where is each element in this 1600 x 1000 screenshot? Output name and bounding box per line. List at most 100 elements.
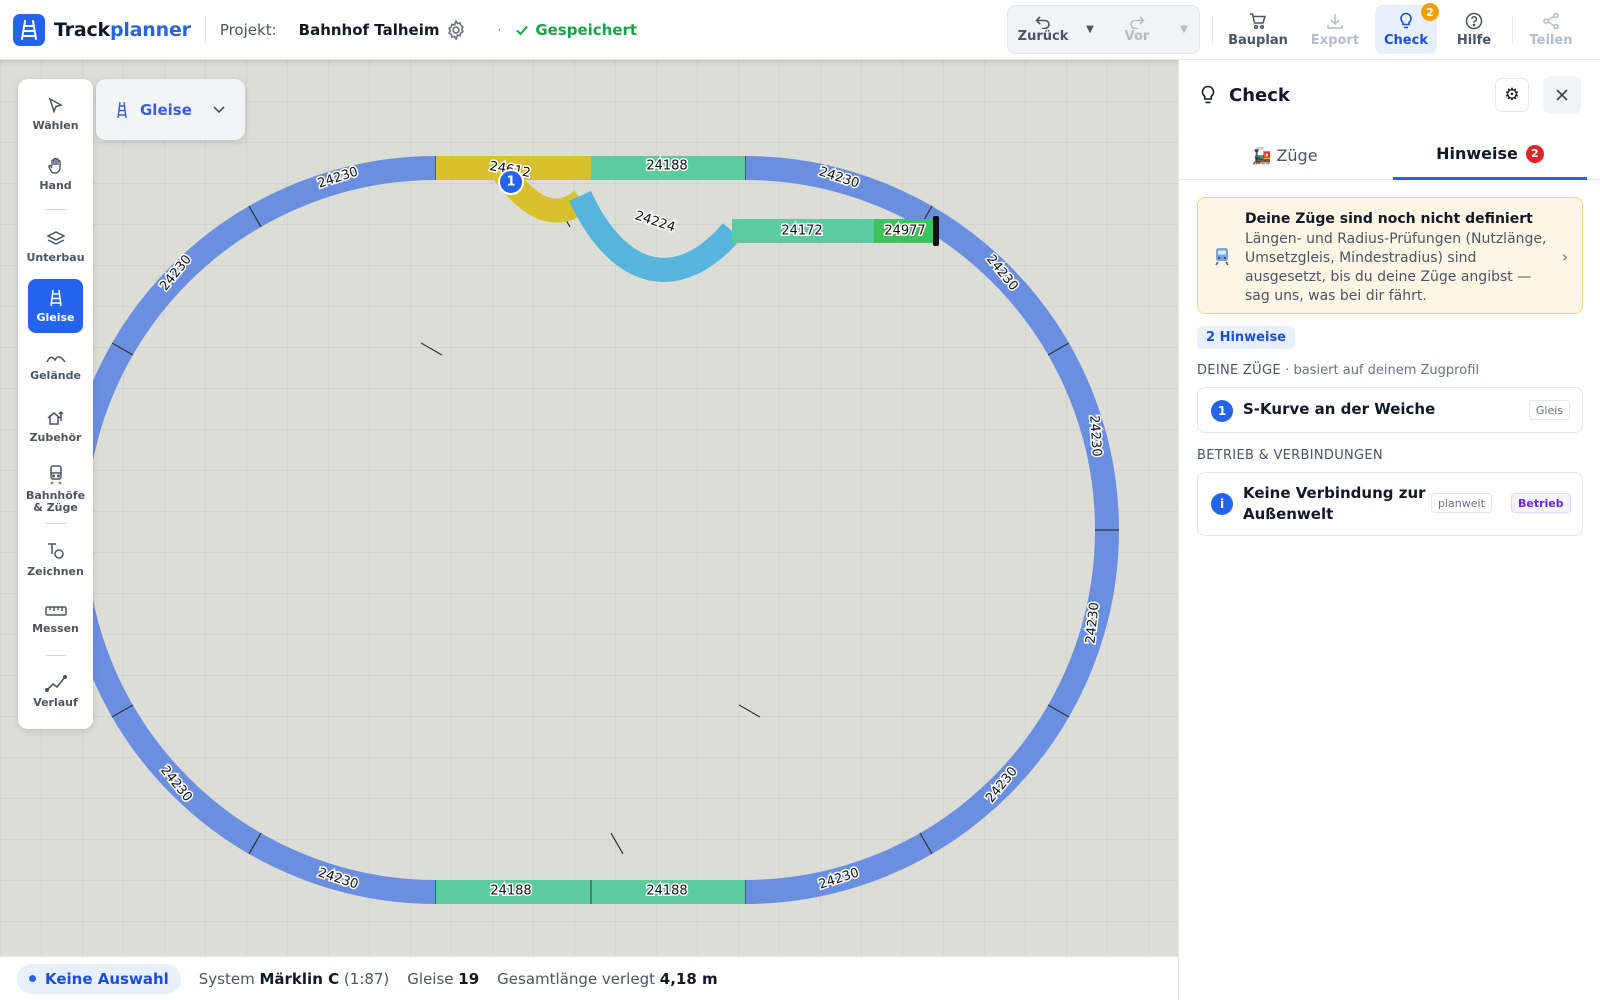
project-label: Projekt: <box>219 20 277 39</box>
share-button[interactable]: Teilen <box>1520 5 1582 54</box>
panel-close-button[interactable] <box>1543 76 1581 114</box>
hint-tag: planweit <box>1431 493 1492 513</box>
track-label[interactable]: 24977 <box>883 222 927 240</box>
check-button[interactable]: Check 2 <box>1375 3 1439 54</box>
app-name: Trackplanner <box>54 18 191 41</box>
info-icon: i <box>1211 493 1233 515</box>
tool-divider <box>46 655 66 656</box>
hint-tag: Gleis <box>1528 400 1570 420</box>
hand-icon <box>47 157 61 174</box>
tool-tracks[interactable]: Gleise <box>28 279 83 333</box>
undo-button[interactable]: Zurück <box>1008 15 1078 44</box>
hint-item[interactable]: 1 S-Kurve an der Weiche Gleis <box>1197 387 1583 433</box>
warning-title: Deine Züge sind noch nicht definiert <box>1245 211 1533 227</box>
track-label[interactable]: 24230 <box>1085 413 1106 458</box>
canvas-top-shadow <box>0 60 1178 66</box>
hint-item[interactable]: i Keine Verbindung zur Außenwelt planweit… <box>1197 472 1583 536</box>
toolbar-divider <box>1512 16 1513 44</box>
total-length: Gesamtlänge verlegt 4,18 m <box>497 969 718 988</box>
warning-text: Längen- und Radius-Prüfungen (Nutzlänge,… <box>1245 231 1547 304</box>
tool-history[interactable]: Verlauf <box>28 664 83 718</box>
panel-header: Check ⚙ <box>1179 60 1600 130</box>
draw-icon <box>47 542 64 559</box>
header-dot: · <box>497 22 502 37</box>
hints-badge: 2 <box>1525 144 1544 163</box>
help-icon <box>1465 12 1483 29</box>
hints-count: 2 Hinweise <box>1197 326 1295 349</box>
track-canvas[interactable]: 24230 24230 24230 24230 24230 24230 24230 24230… <box>0 60 1178 956</box>
train-icon <box>1214 246 1230 270</box>
export-button[interactable]: Export <box>1300 5 1370 54</box>
tool-select[interactable]: Wählen <box>28 87 83 141</box>
close-icon <box>1556 89 1568 101</box>
check-icon <box>516 25 529 35</box>
save-status: Gespeichert <box>515 21 637 39</box>
track-joint <box>420 342 443 356</box>
lightbulb-icon <box>1199 85 1217 105</box>
redo-button[interactable]: Vor <box>1102 15 1172 44</box>
layer-picker[interactable]: Gleise <box>96 79 245 140</box>
hint-title: Keine Verbindung zur Außenwelt <box>1243 484 1426 523</box>
tool-terrain[interactable]: Gelände <box>28 339 83 393</box>
section-operations: BETRIEB & VERBINDUNGEN <box>1197 448 1383 463</box>
track-icon <box>49 289 62 306</box>
bauplan-button[interactable]: Bauplan <box>1222 5 1294 54</box>
track-icon <box>117 101 127 118</box>
track-joint <box>738 704 761 718</box>
ruler-icon <box>44 605 67 616</box>
track-label[interactable]: 24224 <box>632 207 679 237</box>
system-info: System Märklin C (1:87) <box>198 969 390 988</box>
history-icon <box>44 674 67 692</box>
undo-redo-group: Zurück ▼ Vor ▼ <box>1007 5 1200 54</box>
tool-divider <box>46 523 66 524</box>
accessory-icon <box>47 410 64 425</box>
track-layout[interactable]: 2423024230242302423024230242302423024230… <box>0 60 1178 956</box>
cart-icon <box>1250 12 1267 29</box>
lightbulb-icon <box>1400 12 1412 28</box>
track-curve-left[interactable] <box>62 156 437 904</box>
track-label[interactable]: 24172 <box>780 222 824 240</box>
chevron-down-icon <box>212 101 226 119</box>
status-bar: Keine Auswahl System Märklin C (1:87) Gl… <box>0 956 1178 1000</box>
app-logo[interactable]: Trackplanner <box>13 13 191 46</box>
tab-hints[interactable]: Hinweise 2 <box>1393 130 1587 180</box>
tool-substructure[interactable]: Unterbau <box>26 219 85 273</box>
hint-marker-number: 1 <box>506 175 515 190</box>
tool-measure[interactable]: Messen <box>28 592 83 646</box>
track-s-curve[interactable] <box>569 190 742 282</box>
tab-trains[interactable]: 🚂 Züge <box>1179 130 1390 180</box>
share-icon <box>1543 12 1559 29</box>
undo-icon <box>1035 16 1050 29</box>
app-header: Trackplanner Projekt: Bahnhof Talheim · … <box>0 0 1600 60</box>
terrain-icon <box>45 355 66 362</box>
tool-accessories[interactable]: Zubehör <box>28 399 83 453</box>
undo-history-caret[interactable]: ▼ <box>1078 24 1102 35</box>
toolbar-divider <box>1212 16 1213 44</box>
layers-icon <box>45 230 66 245</box>
check-badge: 2 <box>1421 3 1439 21</box>
station-icon <box>49 464 62 485</box>
help-button[interactable]: Hilfe <box>1444 5 1504 54</box>
redo-history-caret[interactable]: ▼ <box>1172 24 1196 35</box>
hint-number: 1 <box>1211 400 1233 422</box>
track-joint <box>610 832 624 855</box>
track-label[interactable]: 24188 <box>645 882 689 900</box>
tool-stations-trains[interactable]: Bahnhöfe & Züge <box>26 459 85 519</box>
panel-settings-button[interactable]: ⚙ <box>1495 78 1529 112</box>
track-label[interactable]: 24188 <box>645 157 689 175</box>
chevron-right-icon: › <box>1562 248 1568 266</box>
track-logo-icon <box>13 13 45 46</box>
track-curve-right[interactable] <box>744 156 1119 904</box>
buffer-stop[interactable] <box>933 216 939 246</box>
panel-title: Check <box>1229 84 1290 106</box>
trains-undefined-warning[interactable]: Deine Züge sind noch nicht definiert Län… <box>1197 197 1583 314</box>
tool-draw[interactable]: Zeichnen <box>27 532 84 586</box>
project-settings-gear-icon[interactable] <box>445 19 467 41</box>
project-name[interactable]: Bahnhof Talheim <box>299 21 440 39</box>
redo-icon <box>1130 16 1145 29</box>
section-your-trains: DEINE ZÜGE · basiert auf deinem Zugprofi… <box>1197 363 1479 378</box>
track-label[interactable]: 24188 <box>489 882 533 900</box>
hint-tag: Betrieb <box>1511 493 1571 513</box>
selection-status: Keine Auswahl <box>17 963 181 994</box>
tool-hand[interactable]: Hand <box>28 147 83 201</box>
